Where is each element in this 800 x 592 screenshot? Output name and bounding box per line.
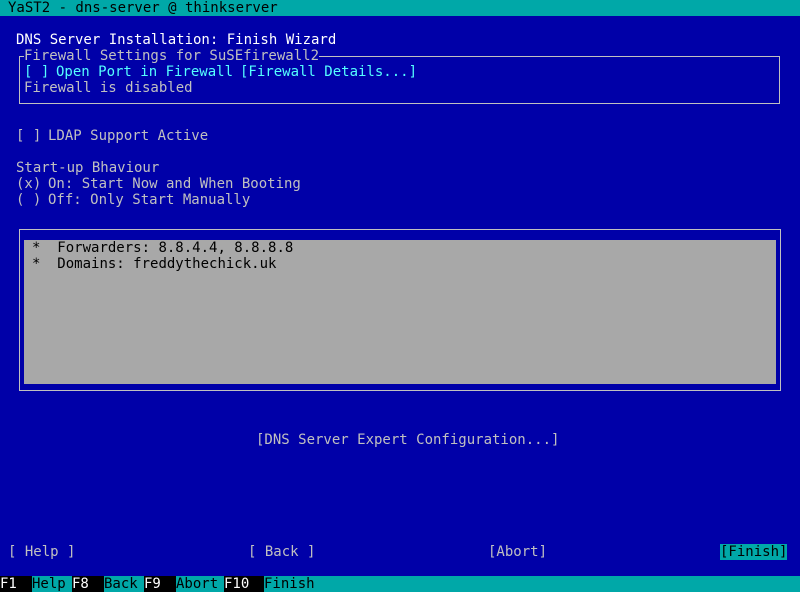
window-title: YaST2 - dns-server @ thinkserver (8, 0, 278, 16)
list-bullet: * (32, 240, 41, 256)
ldap-label[interactable]: LDAP Support Active (48, 128, 208, 144)
abort-button[interactable]: [Abort] (488, 544, 547, 560)
expert-configuration-button[interactable]: [DNS Server Expert Configuration...] (256, 432, 559, 448)
startup-on-radio[interactable]: (x) (16, 176, 41, 192)
list-item: * Forwarders: 8.8.4.4, 8.8.8.8 (32, 240, 293, 256)
fkey-f9-label[interactable]: Abort (176, 576, 218, 592)
dialog-heading: DNS Server Installation: Finish Wizard (16, 32, 337, 48)
help-button[interactable]: [ Help ] (8, 544, 75, 560)
fkey-f1[interactable]: F1 (0, 576, 32, 592)
fkey-f8[interactable]: F8 (72, 576, 104, 592)
fkey-f10-label[interactable]: Finish (264, 576, 315, 592)
summary-list[interactable]: * Forwarders: 8.8.4.4, 8.8.8.8 * Domains… (24, 240, 776, 384)
ldap-checkbox[interactable]: [ ] (16, 128, 41, 144)
list-bullet: * (32, 256, 41, 272)
startup-off-radio[interactable]: ( ) (16, 192, 41, 208)
startup-off-label[interactable]: Off: Only Start Manually (48, 192, 250, 208)
fkey-f1-label[interactable]: Help (32, 576, 66, 592)
list-item: * Domains: freddythechick.uk (32, 256, 276, 272)
fkey-f9[interactable]: F9 (144, 576, 176, 592)
fkey-f10[interactable]: F10 (224, 576, 264, 592)
startup-on-label[interactable]: On: Start Now and When Booting (48, 176, 301, 192)
summary-domains: Domains: freddythechick.uk (57, 256, 277, 272)
fkey-f8-label[interactable]: Back (104, 576, 138, 592)
summary-forwarders: Forwarders: 8.8.4.4, 8.8.8.8 (57, 240, 294, 256)
firewall-settings-legend: Firewall Settings for SuSEfirewall2 (24, 48, 320, 64)
firewall-details-button[interactable]: [Firewall Details...] (240, 64, 417, 80)
back-button[interactable]: [ Back ] (248, 544, 315, 560)
window-title-bar: YaST2 - dns-server @ thinkserver (0, 0, 800, 16)
open-port-label[interactable]: Open Port in Firewall (56, 64, 233, 80)
open-port-checkbox[interactable]: [ ] (24, 64, 49, 80)
finish-button[interactable]: [Finish] (720, 544, 788, 560)
startup-heading: Start-up Bhaviour (16, 160, 160, 176)
function-key-bar: F1 Help F8 Back F9 Abort F10 Finish (0, 576, 800, 592)
firewall-status: Firewall is disabled (24, 80, 193, 96)
